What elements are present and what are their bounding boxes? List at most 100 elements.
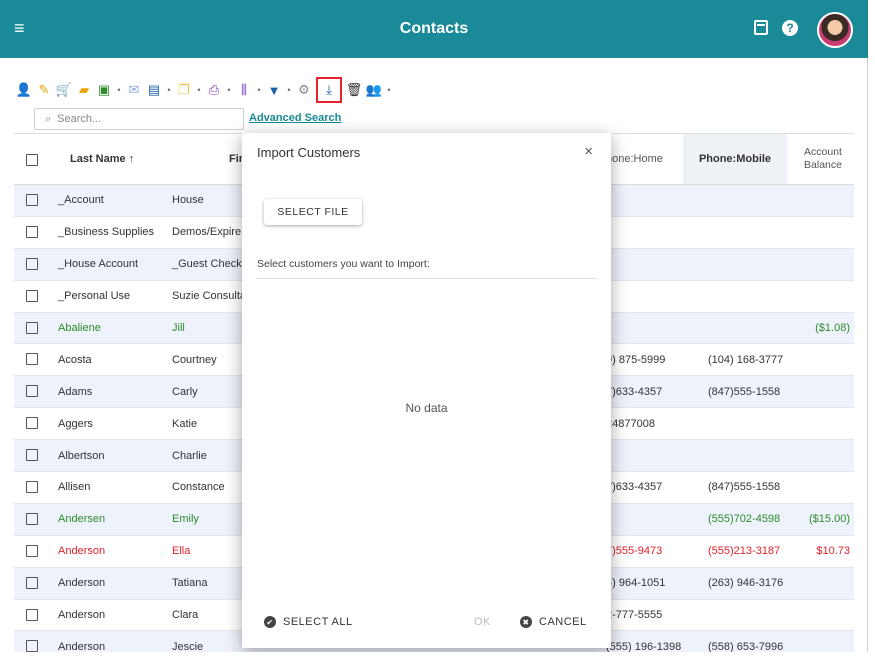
- settings-icon[interactable]: ⚙: [294, 80, 314, 100]
- chevron-down-icon[interactable]: •: [114, 80, 124, 100]
- chevron-down-icon[interactable]: •: [224, 80, 234, 100]
- print-icon[interactable]: ⎙: [204, 80, 224, 100]
- help-icon[interactable]: ?: [782, 20, 798, 36]
- cell-account-balance: [794, 281, 850, 312]
- chevron-down-icon[interactable]: •: [384, 80, 394, 100]
- cell-account-balance: [794, 185, 850, 216]
- check-circle-icon: ✔: [264, 616, 276, 628]
- col-account-balance[interactable]: Account Balance: [794, 134, 852, 184]
- cell-phone-home: 7)555-9473: [606, 545, 663, 558]
- columns-icon[interactable]: ⫼: [234, 80, 254, 100]
- cell-account-balance: [794, 344, 850, 375]
- cell-last-name: Acosta: [58, 353, 92, 366]
- list-icon[interactable]: ▤: [144, 80, 164, 100]
- cell-phone-home: 7)633-4357: [606, 481, 663, 494]
- select-all-checkbox[interactable]: [26, 154, 38, 166]
- group-icon[interactable]: 👥: [364, 80, 384, 100]
- cell-account-balance: $10.73: [816, 545, 850, 558]
- select-customers-label: Select customers you want to Import:: [257, 258, 430, 270]
- col-last-name[interactable]: Last Name ↑: [70, 134, 134, 184]
- row-checkbox[interactable]: [26, 576, 38, 589]
- cell-first-name: Courtney: [172, 353, 217, 366]
- row-checkbox[interactable]: [26, 544, 38, 557]
- cell-account-balance: [794, 249, 850, 280]
- row-checkbox[interactable]: [26, 321, 38, 334]
- cell-phone-mobile: (104) 168-3777: [708, 353, 784, 366]
- cell-last-name: Albertson: [58, 449, 105, 462]
- cell-account-balance: [794, 440, 850, 471]
- chevron-down-icon[interactable]: •: [194, 80, 204, 100]
- cell-first-name: _Guest Checko: [172, 258, 248, 271]
- chevron-down-icon[interactable]: •: [254, 80, 264, 100]
- filter-icon[interactable]: ▼: [264, 80, 284, 100]
- cancel-button[interactable]: ✖ CANCEL: [520, 616, 587, 628]
- cell-phone-home: 4) 964-1051: [606, 577, 666, 590]
- divider: [256, 278, 597, 279]
- cell-phone-home: 24877008: [606, 417, 655, 430]
- cancel-circle-icon: ✖: [520, 616, 532, 628]
- cell-phone-mobile: (263) 946-3176: [708, 577, 784, 590]
- cell-account-balance: ($1.08): [815, 322, 850, 334]
- cell-last-name: Andersen: [58, 513, 106, 526]
- add-contact-icon[interactable]: 👤: [14, 80, 34, 100]
- cell-first-name: House: [172, 194, 204, 207]
- row-checkbox[interactable]: [26, 512, 38, 525]
- ok-button[interactable]: OK: [474, 616, 491, 628]
- select-file-button[interactable]: SELECT FILE: [264, 199, 362, 225]
- mail-icon[interactable]: ✉: [124, 80, 144, 100]
- row-checkbox[interactable]: [26, 353, 38, 366]
- delete-icon[interactable]: 🗑: [344, 80, 364, 100]
- search-input[interactable]: ⌕ Search...: [34, 108, 244, 130]
- cell-phone-home: 2-777-5555: [606, 609, 663, 622]
- dialog-title: Import Customers: [257, 145, 361, 160]
- row-checkbox[interactable]: [26, 608, 38, 621]
- col-phone-home[interactable]: hone:Home: [606, 134, 663, 184]
- cell-last-name: Anderson: [58, 609, 106, 622]
- search-icon: ⌕: [45, 112, 52, 125]
- cell-first-name: Katie: [172, 417, 198, 430]
- chevron-down-icon[interactable]: •: [284, 80, 294, 100]
- cell-first-name: Tatiana: [172, 577, 208, 590]
- cell-last-name: _Business Supplies: [58, 226, 155, 239]
- cart-icon[interactable]: 🛒: [54, 80, 74, 100]
- row-checkbox[interactable]: [26, 225, 38, 238]
- cell-phone-mobile: (847)555-1558: [708, 481, 781, 494]
- cell-first-name: Ella: [172, 545, 191, 558]
- cell-last-name: Anderson: [58, 545, 106, 558]
- row-checkbox[interactable]: [26, 481, 38, 494]
- chevron-down-icon[interactable]: •: [164, 80, 174, 100]
- folder-icon[interactable]: ▰: [74, 80, 94, 100]
- row-checkbox[interactable]: [26, 640, 38, 653]
- copy-icon[interactable]: ❐: [174, 80, 194, 100]
- cell-phone-mobile: (847)555-1558: [708, 385, 781, 398]
- cell-last-name: Abaliene: [58, 322, 101, 334]
- avatar[interactable]: [817, 12, 853, 48]
- cell-last-name: Allisen: [58, 481, 91, 494]
- select-all-button[interactable]: ✔ SELECT ALL: [264, 616, 353, 628]
- cell-account-balance: [794, 376, 850, 407]
- cell-last-name: Anderson: [58, 577, 106, 590]
- row-checkbox[interactable]: [26, 385, 38, 398]
- row-checkbox[interactable]: [26, 417, 38, 430]
- row-checkbox[interactable]: [26, 194, 38, 206]
- cell-first-name: Clara: [172, 609, 199, 622]
- close-icon[interactable]: ×: [584, 143, 593, 160]
- no-data-message: No data: [405, 401, 448, 415]
- cell-account-balance: [794, 568, 850, 599]
- row-checkbox[interactable]: [26, 289, 38, 302]
- import-icon[interactable]: ⤓: [316, 77, 342, 103]
- cell-last-name: _Account: [58, 194, 104, 207]
- dialog-footer: ✔ SELECT ALL OK ✖ CANCEL: [242, 616, 611, 636]
- calendar-icon[interactable]: [754, 20, 768, 35]
- page-title: Contacts: [399, 20, 469, 37]
- cell-phone-home: 9) 875-5999: [606, 353, 666, 366]
- row-checkbox[interactable]: [26, 449, 38, 462]
- edit-icon[interactable]: ✎: [34, 80, 54, 100]
- cell-account-balance: [794, 408, 850, 439]
- advanced-search-link[interactable]: Advanced Search: [249, 112, 341, 124]
- cell-first-name: Emily: [172, 513, 199, 526]
- col-phone-mobile[interactable]: Phone:Mobile: [683, 134, 787, 184]
- money-icon[interactable]: ▣: [94, 80, 114, 100]
- row-checkbox[interactable]: [26, 257, 38, 270]
- cell-phone-home: 7)633-4357: [606, 385, 663, 398]
